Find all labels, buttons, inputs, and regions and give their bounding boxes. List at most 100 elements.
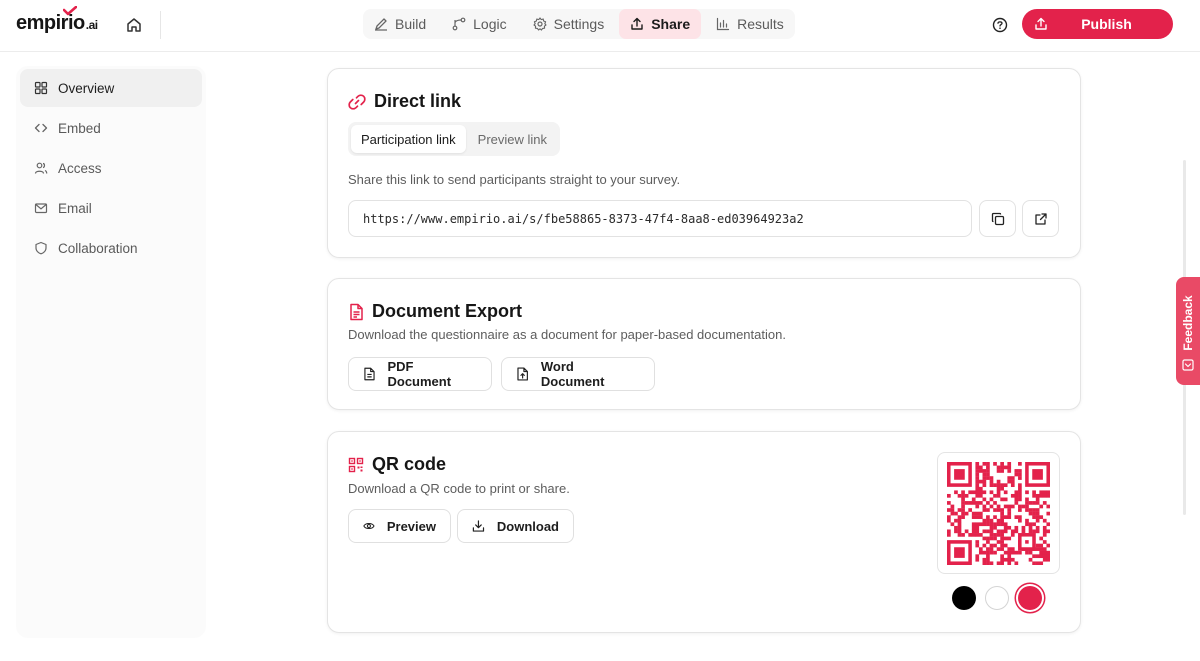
sidebar-item-email[interactable]: Email [20,189,202,227]
qr-module [975,543,980,547]
qr-module [1018,489,1022,494]
qr-module [1000,507,1004,512]
word-document-button[interactable]: Word Document [501,357,655,391]
swatch-black[interactable] [952,586,976,610]
empirio-logo[interactable]: empirio .ai [16,6,98,38]
qr-module [989,560,994,565]
download-icon [472,520,485,532]
qr-module [968,500,973,505]
sidebar-item-embed[interactable]: Embed [20,109,202,147]
share-upload-icon [631,17,643,30]
qr-module [975,475,980,480]
qr-module [1039,553,1044,558]
qr-module [1003,543,1008,547]
qr-module [1010,493,1015,498]
open-link-button[interactable] [1022,200,1059,237]
qr-module [975,514,980,519]
qr-module [1014,525,1019,530]
main-nav-tabs: Build Logic Settings Share Results [363,9,795,39]
qr-module [1007,525,1012,530]
qr-download-button[interactable]: Download [457,509,574,543]
qr-module [1007,507,1012,512]
qr-module [989,546,994,551]
qr-module [1000,546,1004,551]
help-button[interactable] [990,15,1010,35]
qr-module [950,511,955,515]
qr-module [1042,489,1047,494]
qr-module [971,525,976,530]
document-export-description: Download the questionnaire as a document… [348,327,786,342]
copy-link-button[interactable] [979,200,1016,237]
qr-module [1025,521,1029,526]
qr-module [1035,507,1040,512]
qr-module [1032,514,1036,519]
qr-module [1003,489,1008,494]
qr-module [954,525,958,530]
participation-link-tab[interactable]: Participation link [351,125,466,153]
sidebar-item-access[interactable]: Access [20,149,202,187]
sidebar-item-collaboration[interactable]: Collaboration [20,229,202,267]
qr-module [986,514,990,519]
qr-module [996,465,1001,469]
qr-module [1000,553,1004,558]
qr-module [993,536,997,540]
sidebar-item-overview[interactable]: Overview [20,69,202,107]
qr-module [1000,528,1004,533]
qr-module [1039,546,1044,551]
qr-module [1046,489,1050,494]
qr-module [1010,532,1015,537]
pencil-icon [375,18,387,31]
survey-url-field[interactable]: https://www.empirio.ai/s/fbe58865-8373-4… [348,200,972,237]
qr-module [1046,553,1050,558]
qr-module [964,528,969,533]
qr-module [971,532,976,537]
qr-module [975,489,980,494]
qr-preview-button[interactable]: Preview [348,509,451,543]
qr-module [1039,493,1044,498]
preview-link-tab[interactable]: Preview link [468,125,557,153]
logo-check-icon [63,6,77,16]
qr-module [957,507,962,512]
qr-module [989,536,994,540]
qr-module [1028,525,1033,530]
home-button[interactable] [123,14,145,36]
upload-icon [1035,17,1047,30]
tab-build[interactable]: Build [363,9,437,39]
qr-module [1028,550,1033,554]
swatch-red[interactable] [1018,586,1042,610]
qr-module [986,553,990,558]
tab-settings[interactable]: Settings [522,9,616,39]
qr-module [957,521,962,526]
tab-results[interactable]: Results [705,9,795,39]
qr-module [1035,500,1040,505]
qr-module [1003,557,1008,562]
qr-module [1025,489,1029,494]
pdf-document-button[interactable]: PDF Document [348,357,492,391]
qr-module [1007,475,1012,480]
swatch-white[interactable] [985,586,1009,610]
qr-module [971,500,976,505]
qr-module [978,479,983,483]
qr-module [1007,553,1012,558]
external-link-icon [1034,212,1047,225]
shield-icon [35,241,47,255]
tab-settings-label: Settings [553,16,605,32]
qr-module [1025,507,1029,512]
tab-logic[interactable]: Logic [441,9,517,39]
qr-module [1025,518,1029,523]
qr-module [978,521,983,526]
qr-module [989,528,994,533]
qr-module [1028,528,1033,533]
qr-code-description: Download a QR code to print or share. [348,481,570,496]
sidebar-item-label: Embed [58,120,101,136]
qr-module [978,500,983,505]
tab-share[interactable]: Share [619,9,702,39]
qr-module [993,532,997,537]
qr-module [1039,536,1044,540]
qr-module [1042,493,1047,498]
qr-module [978,532,983,537]
feedback-tab[interactable]: Feedback [1176,277,1200,385]
qr-code-title: QR code [348,454,446,475]
publish-button[interactable]: Publish [1022,9,1173,39]
qr-module [1028,507,1033,512]
